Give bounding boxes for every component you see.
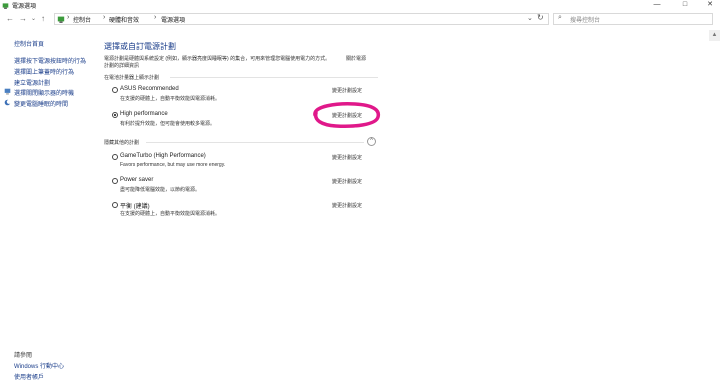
page-description: 電源計劃是硬體與系統設定 (例如，顯示器亮度與睡眠等) 的集合，可用來管理您電腦…: [104, 56, 331, 62]
plan-description: 在支援的硬體上，自動平衡效能與電源消耗。: [120, 211, 221, 217]
plan-name[interactable]: Power saver: [120, 177, 153, 183]
shown-plans-heading: 在電池計量器上顯示計劃: [104, 75, 160, 81]
breadcrumb-power-options[interactable]: 電源選項: [161, 15, 185, 24]
address-dropdown-icon[interactable]: ⌄: [527, 14, 533, 22]
back-button[interactable]: ←: [6, 14, 14, 24]
plan-description: 盡可能降低電腦效能，以節約電源。: [120, 187, 201, 193]
see-also-title: 請參閱: [14, 353, 33, 359]
divider: [170, 77, 378, 78]
radio-asus-recommended[interactable]: [112, 87, 118, 93]
radio-balanced[interactable]: [112, 202, 118, 208]
breadcrumb-separator: ›: [154, 14, 157, 21]
title-bar: [0, 0, 720, 12]
change-plan-settings-link[interactable]: 變更計劃設定: [332, 87, 362, 94]
window-title: 電源選項: [12, 4, 37, 10]
plan-name[interactable]: High performance: [120, 111, 168, 117]
power-options-icon: [2, 3, 9, 9]
sidebar-item-power-button[interactable]: 選擇按下電源按鈕時的行為: [14, 56, 86, 65]
divider: [146, 142, 364, 143]
sidebar-home-link[interactable]: 控制台首頁: [14, 39, 44, 48]
highlight-annotation-circle: [313, 102, 381, 128]
refresh-icon[interactable]: ↻: [537, 13, 544, 22]
forward-button[interactable]: →: [19, 14, 27, 24]
power-plan-info-link[interactable]: 關於電源: [346, 55, 366, 62]
power-plan-info-link-cont[interactable]: 計劃的詳細資訊: [104, 62, 139, 69]
sidebar-item-sleep[interactable]: 變更電腦睡眠的時間: [14, 99, 68, 108]
change-plan-settings-link[interactable]: 變更計劃設定: [332, 154, 362, 161]
page-title: 選擇或自訂電源計劃: [104, 42, 176, 51]
search-placeholder: 搜尋控制台: [570, 18, 601, 24]
plan-name[interactable]: GameTurbo (High Performance): [120, 153, 206, 159]
breadcrumb-control-panel[interactable]: 控制台: [73, 15, 91, 24]
control-panel-icon: [57, 16, 65, 23]
recent-locations-button[interactable]: ⌄: [31, 14, 36, 24]
change-plan-settings-link[interactable]: 變更計劃設定: [332, 178, 362, 185]
breadcrumb-separator: ›: [103, 14, 106, 21]
radio-gameturbo[interactable]: [112, 154, 118, 160]
plan-name[interactable]: ASUS Recommended: [120, 86, 179, 92]
plan-description: 有利於提升效能，但可能會使用較多電源。: [120, 121, 216, 127]
collapse-chevron-icon[interactable]: ^: [367, 137, 376, 146]
radio-power-saver[interactable]: [112, 178, 118, 184]
plan-name[interactable]: 平衡 (建議): [120, 201, 150, 210]
sidebar-item-display-off[interactable]: 選擇關閉顯示器的時機: [14, 88, 74, 97]
hidden-plans-heading[interactable]: 隱藏其他的計劃: [104, 139, 139, 146]
change-plan-settings-link[interactable]: 變更計劃設定: [332, 202, 362, 209]
minimize-button[interactable]: —: [650, 0, 664, 10]
search-icon: ⌕: [558, 14, 562, 21]
breadcrumb-separator: ›: [67, 14, 70, 21]
plan-description: Favors performance, but may use more ene…: [120, 162, 226, 168]
close-button[interactable]: ✕: [703, 0, 717, 10]
sleep-moon-icon: [4, 99, 11, 106]
sidebar-item-pen-close[interactable]: 選擇闔上筆蓋時的行為: [14, 67, 74, 76]
sidebar-item-create-plan[interactable]: 建立電源計劃: [14, 78, 50, 87]
see-also-action-center[interactable]: Windows 行動中心: [14, 361, 64, 370]
maximize-button[interactable]: □: [678, 0, 692, 10]
radio-high-performance[interactable]: [112, 112, 118, 118]
scrollbar-up-arrow[interactable]: ▲: [709, 30, 720, 41]
breadcrumb-hardware-sound[interactable]: 硬體和音效: [109, 15, 139, 24]
display-icon: [4, 88, 11, 95]
see-also-user-accounts[interactable]: 使用者帳戶: [14, 372, 44, 381]
plan-description: 在支援的硬體上，自動平衡效能與電源消耗。: [120, 96, 221, 102]
up-button[interactable]: ↑: [41, 14, 45, 24]
